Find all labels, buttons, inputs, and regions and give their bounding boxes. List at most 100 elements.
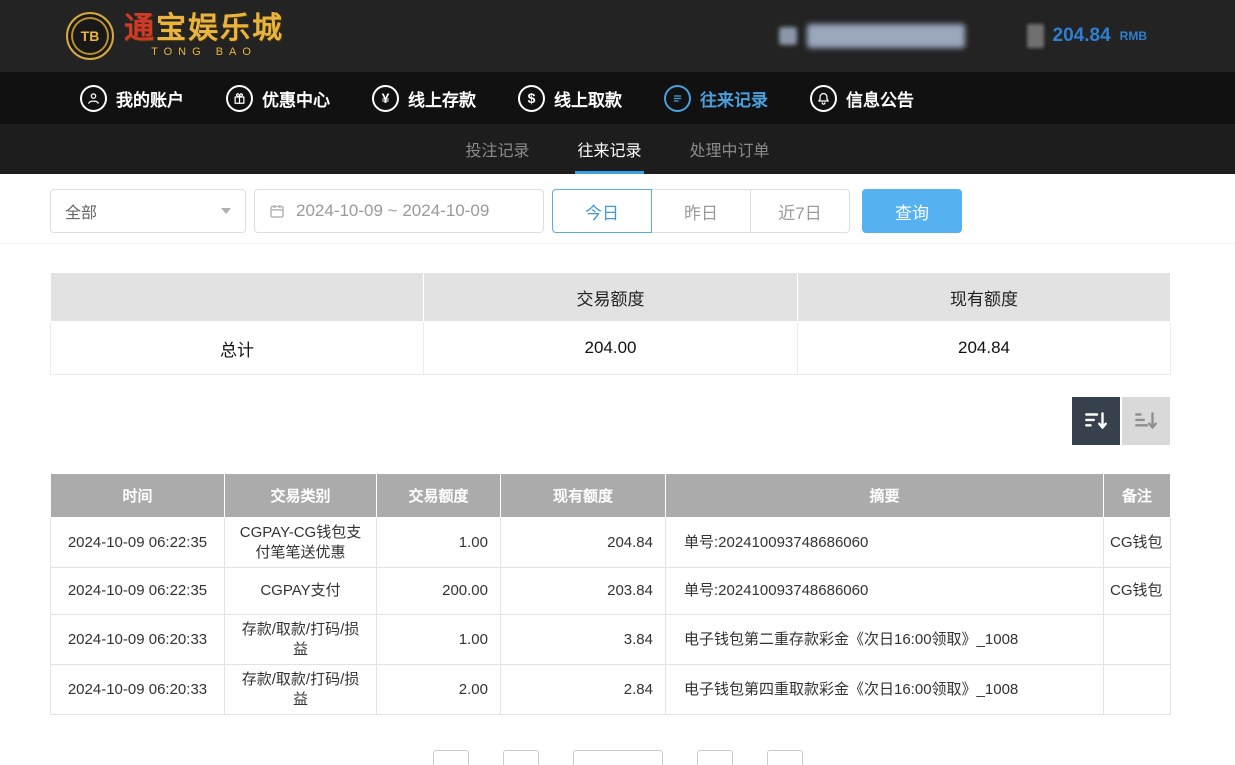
nav-item-records[interactable]: 往来记录 — [664, 85, 768, 112]
sort-descending-icon — [1083, 408, 1109, 434]
nav-item-my-account[interactable]: 我的账户 — [80, 85, 184, 112]
cell-remark — [1104, 615, 1171, 665]
logo-chip-icon: TB — [66, 12, 114, 60]
tab-betting-records[interactable]: 投注记录 — [463, 124, 531, 174]
pagination-prev-button[interactable] — [503, 750, 539, 765]
divider — [0, 243, 1235, 244]
cell-remark: CG钱包 — [1104, 518, 1171, 568]
summary-header-transaction: 交易额度 — [424, 273, 798, 322]
yesterday-button[interactable]: 昨日 — [651, 189, 751, 233]
nav-item-label: 我的账户 — [116, 86, 184, 111]
column-header-time: 时间 — [51, 474, 225, 518]
top-header: TB 通宝娱乐城 TONG BAO 204.84 RMB — [0, 0, 1235, 72]
cell-balance: 204.84 — [501, 518, 666, 568]
cell-type: 存款/取款/打码/损益 — [225, 615, 377, 665]
summary-table: 交易额度 现有额度 总计 204.00 204.84 — [50, 272, 1171, 375]
nav-item-label: 线上存款 — [408, 86, 476, 111]
tab-transaction-records[interactable]: 往来记录 — [575, 124, 643, 174]
pagination-last-button[interactable] — [767, 750, 803, 765]
type-select[interactable]: 全部 — [50, 189, 246, 233]
sort-descending-button[interactable] — [1072, 397, 1120, 445]
cell-summary: 单号:202410093748686060 — [666, 518, 1104, 568]
calendar-icon — [268, 202, 286, 220]
last7days-button[interactable]: 近7日 — [750, 189, 850, 233]
logo-title: 通宝娱乐城 — [124, 13, 284, 45]
column-header-remark: 备注 — [1104, 474, 1171, 518]
top-right: 204.84 RMB — [779, 24, 1147, 48]
cell-type: CGPAY-CG钱包支付笔笔送优惠 — [225, 518, 377, 568]
deposit-coin-icon: ¥ — [372, 85, 399, 112]
summary-header-empty — [51, 273, 424, 322]
records-table: 时间 交易类别 交易额度 现有额度 摘要 备注 2024-10-09 06:22… — [50, 473, 1171, 715]
table-row: 2024-10-09 06:22:35 CGPAY-CG钱包支付笔笔送优惠 1.… — [51, 518, 1171, 568]
summary-total-row: 总计 204.00 204.84 — [51, 322, 1171, 375]
bell-icon — [810, 85, 837, 112]
cell-summary: 电子钱包第二重存款彩金《次日16:00领取》_1008 — [666, 615, 1104, 665]
nav-item-label: 往来记录 — [700, 86, 768, 111]
summary-header-balance: 现有额度 — [798, 273, 1171, 322]
today-button[interactable]: 今日 — [552, 189, 652, 233]
cell-amount: 200.00 — [377, 568, 501, 615]
column-header-summary: 摘要 — [666, 474, 1104, 518]
pagination-first-button[interactable] — [433, 750, 469, 765]
cell-type: 存款/取款/打码/损益 — [225, 665, 377, 715]
logo-text: 通宝娱乐城 TONG BAO — [124, 13, 284, 58]
user-icon — [779, 27, 797, 45]
cell-remark: CG钱包 — [1104, 568, 1171, 615]
chevron-down-icon — [221, 208, 231, 214]
summary-header-row: 交易额度 现有额度 — [51, 273, 1171, 322]
sort-ascending-button[interactable] — [1122, 397, 1170, 445]
nav-item-label: 优惠中心 — [262, 86, 330, 111]
summary-balance-total: 204.84 — [798, 322, 1171, 375]
user-info — [779, 24, 965, 48]
tab-processing-orders[interactable]: 处理中订单 — [688, 124, 772, 174]
nav-item-promotions[interactable]: 优惠中心 — [226, 85, 330, 112]
date-range-picker[interactable]: 2024-10-09 ~ 2024-10-09 — [254, 189, 544, 233]
page: TB 通宝娱乐城 TONG BAO 204.84 RMB — [0, 0, 1235, 765]
search-button[interactable]: 查询 — [862, 189, 962, 233]
column-header-type: 交易类别 — [225, 474, 377, 518]
cell-remark — [1104, 665, 1171, 715]
main-nav: 我的账户 优惠中心 ¥ 线上存款 $ 线上取款 往来记录 信息公告 — [0, 72, 1235, 124]
withdraw-coin-icon: $ — [518, 85, 545, 112]
table-row: 2024-10-09 06:20:33 存款/取款/打码/损益 2.00 2.8… — [51, 665, 1171, 715]
date-range-value: 2024-10-09 ~ 2024-10-09 — [296, 201, 489, 221]
filter-bar: 全部 2024-10-09 ~ 2024-10-09 今日 昨日 近7日 查询 — [0, 174, 1235, 233]
logo-title-gold: 宝娱乐城 — [156, 12, 284, 45]
pagination-page-select[interactable] — [573, 750, 663, 765]
cell-time: 2024-10-09 06:20:33 — [51, 665, 225, 715]
cell-amount: 1.00 — [377, 518, 501, 568]
logo-badge: TB — [81, 28, 100, 44]
cell-time: 2024-10-09 06:22:35 — [51, 518, 225, 568]
tab-label: 处理中订单 — [690, 137, 770, 161]
table-header-row: 时间 交易类别 交易额度 现有额度 摘要 备注 — [51, 474, 1171, 518]
table-row: 2024-10-09 06:20:33 存款/取款/打码/损益 1.00 3.8… — [51, 615, 1171, 665]
logo-title-red: 通 — [124, 12, 156, 45]
cell-time: 2024-10-09 06:20:33 — [51, 615, 225, 665]
column-header-balance: 现有额度 — [501, 474, 666, 518]
cell-type: CGPAY支付 — [225, 568, 377, 615]
user-icon — [80, 85, 107, 112]
cell-balance: 3.84 — [501, 615, 666, 665]
balance-currency: RMB — [1120, 29, 1147, 43]
summary-transaction-total: 204.00 — [424, 322, 798, 375]
nav-item-label: 信息公告 — [846, 86, 914, 111]
cell-time: 2024-10-09 06:22:35 — [51, 568, 225, 615]
pagination-next-button[interactable] — [697, 750, 733, 765]
nav-item-announcements[interactable]: 信息公告 — [810, 85, 914, 112]
cell-balance: 2.84 — [501, 665, 666, 715]
nav-item-label: 线上取款 — [554, 86, 622, 111]
nav-item-deposit[interactable]: ¥ 线上存款 — [372, 85, 476, 112]
pagination — [0, 750, 1235, 765]
cell-summary: 电子钱包第四重取款彩金《次日16:00领取》_1008 — [666, 665, 1104, 715]
nav-item-withdraw[interactable]: $ 线上取款 — [518, 85, 622, 112]
site-logo[interactable]: TB 通宝娱乐城 TONG BAO — [66, 12, 284, 60]
gift-icon — [226, 85, 253, 112]
tab-label: 投注记录 — [465, 137, 529, 161]
balance-group: 204.84 RMB — [1027, 24, 1147, 48]
tab-label: 往来记录 — [577, 137, 641, 161]
quick-range-group: 今日 昨日 近7日 — [552, 189, 850, 233]
sort-ascending-icon — [1133, 408, 1159, 434]
summary-total-label: 总计 — [51, 322, 424, 375]
cell-amount: 1.00 — [377, 615, 501, 665]
